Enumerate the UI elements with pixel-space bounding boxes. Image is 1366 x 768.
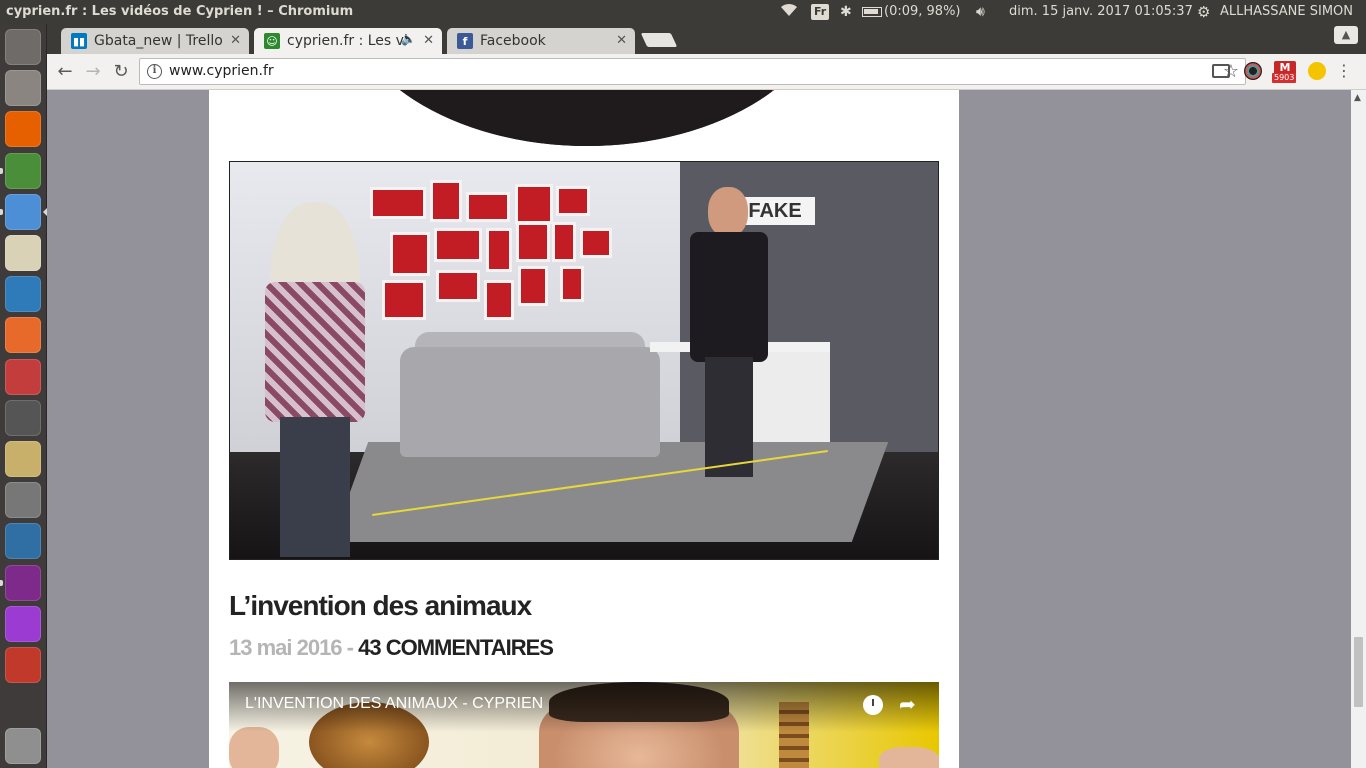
wall-frame [556,186,590,216]
wall-frame [486,228,512,272]
thumb-hand [879,747,939,768]
profile-icon[interactable]: ▲ [1334,26,1358,44]
wall-frame [518,266,548,306]
cyprien-icon: ☺ [264,33,280,49]
facebook-icon: f [457,33,473,49]
youtube-embed[interactable]: L'INVENTION DES ANIMAUX - CYPRIEN ➦ [229,682,939,768]
profile-image [342,90,832,146]
running-indicator [0,167,3,174]
forward-button[interactable]: → [81,60,105,84]
tab-cyprien[interactable]: ☺ cyprien.fr : Les vi 🔈 ✕ [254,28,442,54]
battery-icon [862,6,882,17]
wall-frame [436,270,480,302]
cast-icon[interactable] [1212,64,1230,78]
firefox-icon[interactable] [5,111,41,148]
tab-title: Facebook [480,33,546,49]
chromium-icon[interactable] [5,193,41,230]
site-info-icon[interactable]: i [147,64,162,79]
tab-trello[interactable]: ▮▮ Gbata_new | Trello ✕ [61,28,249,54]
wifi-icon[interactable] [780,3,798,21]
image-viewer-icon[interactable] [5,235,41,271]
tab-close-icon[interactable]: ✕ [423,33,434,48]
window-title: cyprien.fr : Les vidéos de Cyprien ! – C… [6,4,354,19]
system-settings-icon[interactable] [5,358,41,395]
reload-button[interactable]: ↻ [109,60,133,84]
share-icon[interactable]: ➦ [899,692,916,716]
files-icon[interactable] [5,70,41,107]
keyboard-layout-indicator[interactable]: Fr [811,4,830,20]
wall-frame [430,180,462,222]
article-date: 13 mai 2016 [229,635,343,660]
scrollbar-thumb[interactable] [1354,637,1363,707]
mysql-workbench-icon[interactable] [5,523,41,560]
comments-link[interactable]: 43 COMMENTAIRES [358,635,554,660]
rhythmbox-icon[interactable] [5,441,41,477]
wall-frame [484,280,514,320]
clock[interactable]: dim. 15 janv. 2017 01:05:37 [1009,3,1193,21]
wall-frame [434,228,482,262]
browser-menu-icon[interactable]: ⋮ [1336,61,1352,81]
power-gear-icon[interactable]: ⚙ [1197,3,1210,21]
battery-text: (0:09, 98%) [884,4,961,19]
page-viewport: FAKE L’invention des animaux 13 mai 2016… [47,90,1366,768]
content-column: FAKE L’invention des animaux 13 mai 2016… [209,90,959,768]
scroll-up-icon[interactable]: ▲ [1354,93,1361,103]
new-tab-button[interactable] [640,33,678,47]
video-title[interactable]: L'INVENTION DES ANIMAUX - CYPRIEN [245,695,543,713]
running-indicator [0,579,3,586]
watch-later-icon[interactable] [863,695,883,715]
browser-toolbar: ← → ↻ i www.cyprien.fr ☆ M 5903 ⋮ [47,54,1366,90]
person-left [250,202,370,559]
phpstorm-icon[interactable] [5,605,41,642]
user-name[interactable]: ALLHASSANE SIMON [1220,3,1353,21]
color-picker-icon[interactable] [5,399,41,436]
trello-icon: ▮▮ [71,33,87,49]
tab-title: Gbata_new | Trello [94,33,223,49]
chrome-icon[interactable] [5,152,41,189]
wall-frame [370,187,426,219]
tab-facebook[interactable]: f Facebook ✕ [447,28,635,54]
wall-frame [382,280,426,320]
tab-audio-icon[interactable]: 🔈 [401,32,416,46]
wall-frame [466,192,510,222]
extension-color-icon[interactable] [1244,62,1262,80]
terminal-icon[interactable] [5,564,41,601]
extension-moon-icon[interactable] [1308,62,1326,80]
tab-close-icon[interactable]: ✕ [616,33,627,48]
wall-frame [552,222,576,262]
article-meta: 13 mai 2016 - 43 COMMENTAIRES [229,635,554,661]
wall-frame [515,184,553,224]
person-right [690,187,770,487]
software-center-icon[interactable] [5,317,41,354]
thumb-sofa [400,347,660,457]
unity-launcher [0,24,47,768]
page-scrollbar[interactable]: ▲ [1351,90,1366,768]
installer-icon[interactable] [5,647,41,683]
tab-close-icon[interactable]: ✕ [230,33,241,48]
wall-frame [516,222,550,262]
tab-strip: ▮▮ Gbata_new | Trello ✕ ☺ cyprien.fr : L… [47,24,1366,54]
thumb-rug [331,442,889,542]
volume-icon[interactable]: 🔊︎ [976,3,985,21]
thumb-hand [229,727,279,768]
gmail-unread-badge: 5903 [1272,73,1297,83]
wall-frame [560,266,584,302]
top-panel: cyprien.fr : Les vidéos de Cyprien ! – C… [0,0,1366,24]
wall-frame [580,228,612,258]
video-thumbnail[interactable]: FAKE [229,161,939,560]
article-title[interactable]: L’invention des animaux [229,590,532,622]
trash-icon[interactable] [5,728,41,764]
libreoffice-writer-icon[interactable] [5,276,41,313]
url-text[interactable]: www.cyprien.fr [169,63,274,79]
camera-icon[interactable] [5,482,41,519]
meta-separator: - [341,635,359,660]
tab-title: cyprien.fr : Les vi [287,33,407,49]
back-button[interactable]: ← [53,60,77,84]
bluetooth-icon[interactable]: ✱ [840,3,852,21]
ubuntu-dash-icon[interactable] [5,29,41,65]
running-indicator [0,208,3,215]
battery-indicator[interactable]: (0:09, 98%) [862,3,961,21]
address-bar[interactable]: i www.cyprien.fr ☆ [139,58,1246,85]
wall-frame [390,232,430,276]
